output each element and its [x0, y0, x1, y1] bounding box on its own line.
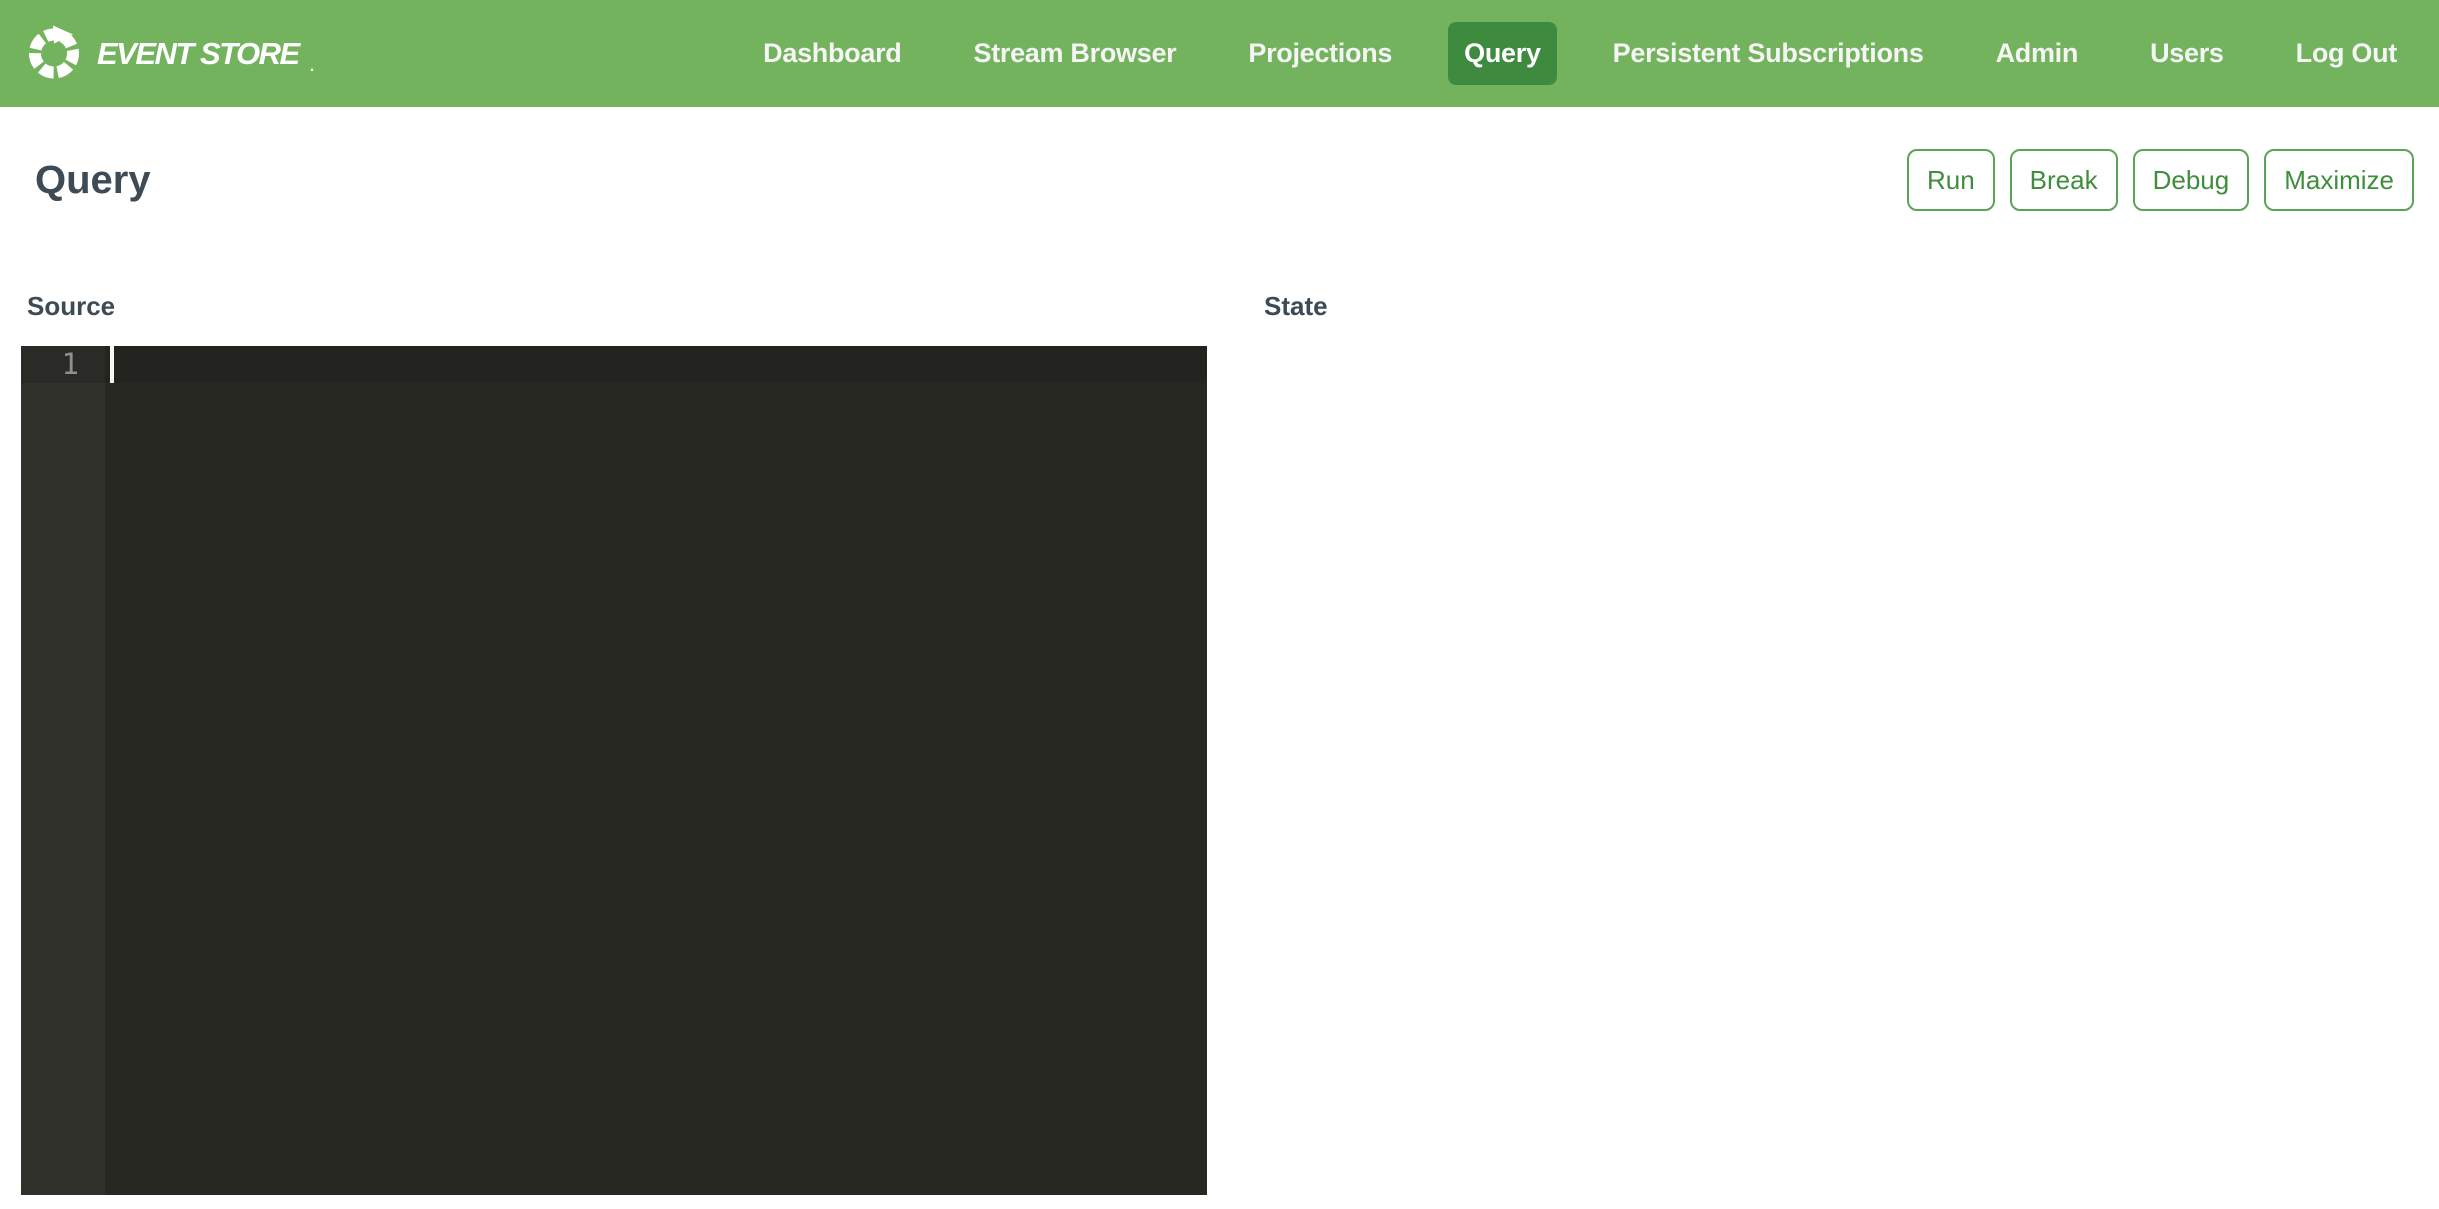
- nav-item-log-out[interactable]: Log Out: [2280, 22, 2413, 85]
- editor-body: [21, 383, 1207, 1195]
- event-store-ring-icon: [26, 25, 82, 82]
- text-cursor: [110, 346, 114, 383]
- nav-item-dashboard[interactable]: Dashboard: [747, 22, 917, 85]
- nav-menu: Dashboard Stream Browser Projections Que…: [747, 22, 2413, 85]
- debug-button[interactable]: Debug: [2133, 149, 2250, 212]
- state-panel: State: [1207, 288, 2414, 1195]
- nav-item-persistent-subscriptions[interactable]: Persistent Subscriptions: [1597, 22, 1940, 85]
- page-header: Query Run Break Debug Maximize: [21, 147, 2414, 213]
- run-button[interactable]: Run: [1907, 149, 1995, 212]
- source-label: Source: [27, 288, 1207, 324]
- nav-item-users[interactable]: Users: [2134, 22, 2240, 85]
- event-store-logo[interactable]: EVENT STORE .: [26, 25, 314, 82]
- query-toolbar: Run Break Debug Maximize: [1907, 149, 2414, 212]
- main-content: Query Run Break Debug Maximize Source 1: [0, 147, 2439, 1195]
- line-number: 1: [21, 346, 105, 383]
- nav-item-query[interactable]: Query: [1448, 22, 1557, 85]
- page-title: Query: [35, 158, 151, 203]
- logo-trademark-dot: .: [310, 58, 314, 76]
- editor-code-area: [105, 383, 1207, 1195]
- query-source-editor[interactable]: 1: [21, 346, 1207, 1195]
- state-content: [1258, 346, 2414, 946]
- editor-active-line: 1: [21, 346, 1207, 383]
- panels-row: Source 1 State: [21, 288, 2414, 1195]
- top-navbar: EVENT STORE . Dashboard Stream Browser P…: [0, 0, 2439, 107]
- break-button[interactable]: Break: [2010, 149, 2118, 212]
- logo-wordmark: EVENT STORE: [97, 36, 299, 72]
- maximize-button[interactable]: Maximize: [2264, 149, 2414, 212]
- nav-item-admin[interactable]: Admin: [1980, 22, 2095, 85]
- editor-gutter: [21, 383, 105, 1195]
- nav-item-stream-browser[interactable]: Stream Browser: [957, 22, 1192, 85]
- state-label: State: [1264, 288, 2414, 324]
- source-panel: Source 1: [21, 288, 1207, 1195]
- nav-item-projections[interactable]: Projections: [1232, 22, 1408, 85]
